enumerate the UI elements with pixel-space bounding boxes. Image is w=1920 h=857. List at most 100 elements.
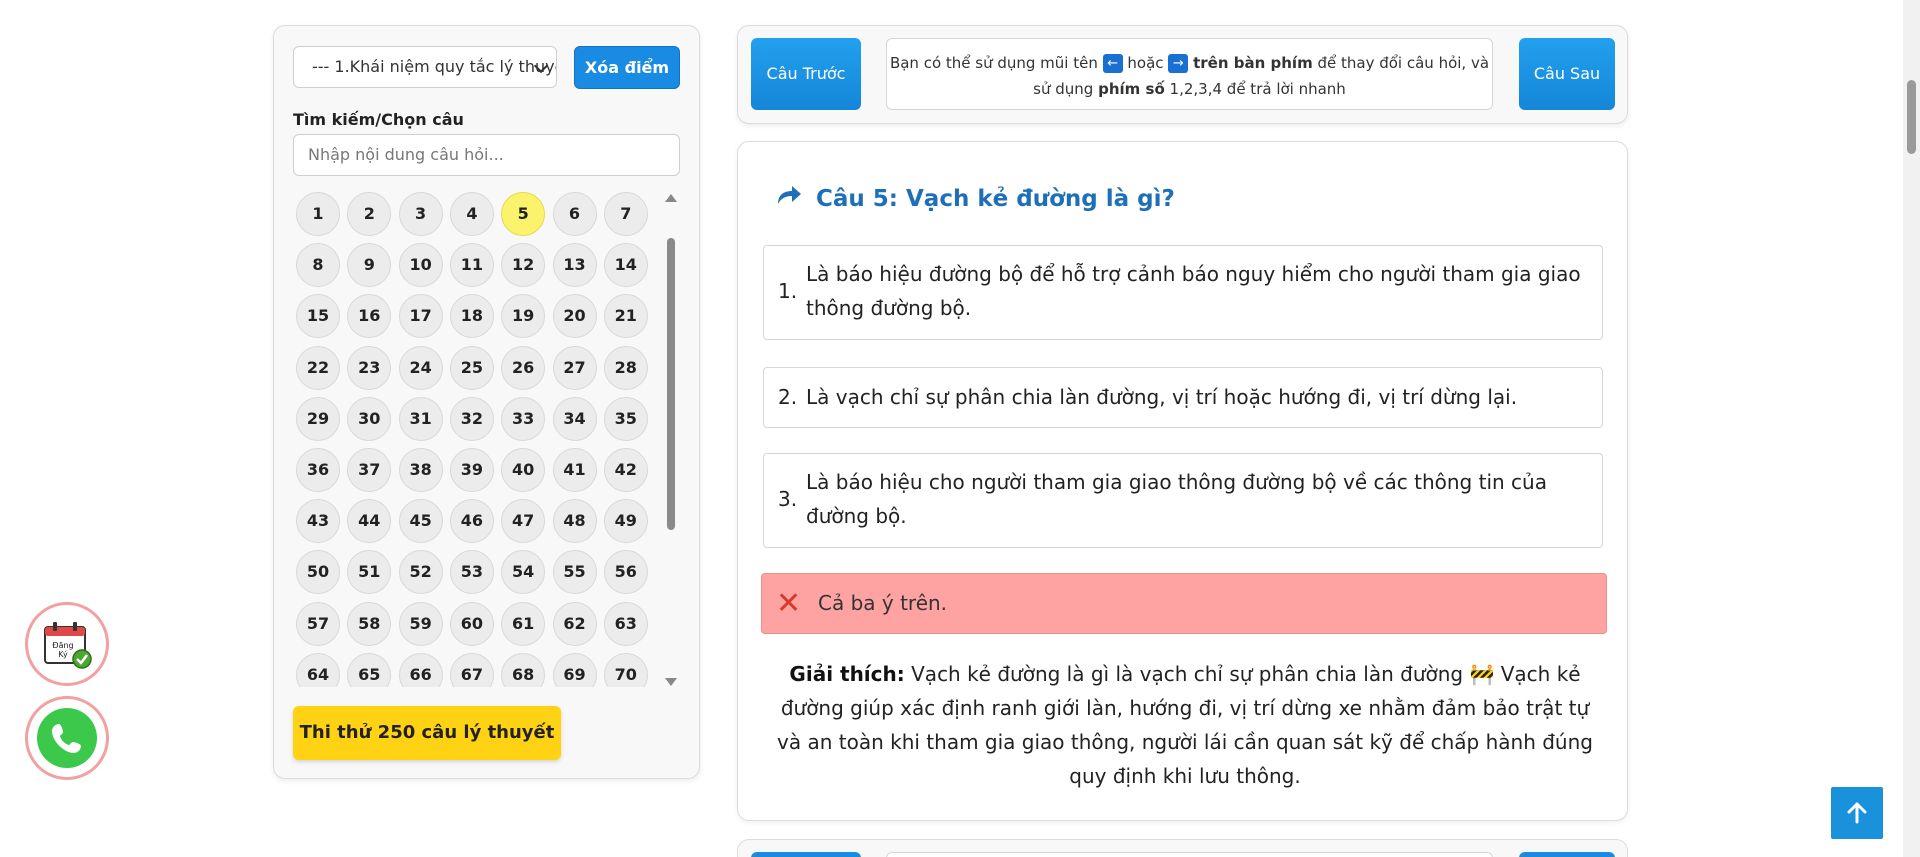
practice-exam-button[interactable]: Thi thử 250 câu lý thuyết xyxy=(293,706,561,760)
question-number-button[interactable]: 51 xyxy=(347,550,392,595)
question-number-button[interactable]: 69 xyxy=(552,652,597,687)
scroll-down-arrow-icon[interactable] xyxy=(665,678,677,686)
question-number-button[interactable]: 43 xyxy=(296,499,340,544)
page: --- 1.Khái niệm quy tắc lý thuyết Xóa đi… xyxy=(0,0,1920,857)
question-number-button[interactable]: 24 xyxy=(398,345,443,390)
question-number-button[interactable]: 8 xyxy=(296,243,340,288)
question-number-button[interactable]: 22 xyxy=(296,345,340,390)
hint-text-1: Bạn có thể sử dụng mũi tên xyxy=(889,54,1098,72)
scroll-thumb[interactable] xyxy=(667,238,675,530)
question-number-button[interactable]: 68 xyxy=(501,652,546,687)
answer-option-1[interactable]: 1. Là báo hiệu đường bộ để hỗ trợ cảnh b… xyxy=(763,245,1603,340)
question-number-button[interactable]: 70 xyxy=(603,652,648,687)
hint-bold-number-keys: phím số xyxy=(1098,80,1165,98)
clear-score-button[interactable]: Xóa điểm xyxy=(574,46,680,89)
bottom-prev-question-button[interactable] xyxy=(751,852,861,857)
question-number-button[interactable]: 15 xyxy=(296,294,340,339)
question-number-button[interactable]: 59 xyxy=(398,601,443,646)
question-number-button[interactable]: 33 xyxy=(501,396,546,441)
question-number-button[interactable]: 18 xyxy=(449,294,494,339)
question-number-button[interactable]: 57 xyxy=(296,601,340,646)
answer-number: 2. xyxy=(778,385,798,409)
answer-text: Là báo hiệu cho người tham gia giao thôn… xyxy=(806,470,1547,528)
call-floating-button[interactable] xyxy=(25,696,109,780)
question-number-button[interactable]: 55 xyxy=(552,550,597,595)
question-number-button[interactable]: 20 xyxy=(552,294,597,339)
register-label-line1: Đăng xyxy=(52,641,73,650)
search-input[interactable]: Nhập nội dung câu hỏi... xyxy=(293,134,680,176)
question-number-button[interactable]: 38 xyxy=(398,448,443,492)
question-number-button[interactable]: 27 xyxy=(552,345,597,390)
question-number-button[interactable]: 21 xyxy=(603,294,648,339)
hint-text-3: 1,2,3,4 để trả lời nhanh xyxy=(1169,80,1346,98)
prev-question-button[interactable]: Câu Trước xyxy=(751,38,861,110)
register-floating-button[interactable]: Đăng Ký xyxy=(25,602,109,686)
question-number-button[interactable]: 9 xyxy=(347,243,392,288)
question-number-button[interactable]: 62 xyxy=(552,601,597,646)
question-number-button[interactable]: 6 xyxy=(552,192,597,236)
question-number-button[interactable]: 36 xyxy=(296,448,340,492)
question-number-button[interactable]: 56 xyxy=(603,550,648,595)
question-number-button[interactable]: 11 xyxy=(449,243,494,288)
answer-option-3[interactable]: 3. Là báo hiệu cho người tham gia giao t… xyxy=(763,453,1603,548)
answer-option-2[interactable]: 2. Là vạch chỉ sự phân chia làn đường, v… xyxy=(763,367,1603,428)
question-number-button[interactable]: 32 xyxy=(449,396,494,441)
question-number-button[interactable]: 61 xyxy=(501,601,546,646)
question-number-button[interactable]: 65 xyxy=(347,652,392,687)
question-number-button[interactable]: 58 xyxy=(347,601,392,646)
question-number-button[interactable]: 64 xyxy=(296,652,340,687)
question-number-button[interactable]: 45 xyxy=(398,499,443,544)
question-number-button[interactable]: 53 xyxy=(449,550,494,595)
question-number-button[interactable]: 37 xyxy=(347,448,392,492)
question-number-button[interactable]: 31 xyxy=(398,396,443,441)
scroll-up-arrow-icon[interactable] xyxy=(665,194,677,202)
question-number-button[interactable]: 19 xyxy=(501,294,546,339)
bottom-next-question-button[interactable] xyxy=(1519,852,1615,857)
answer-option-4-wrong[interactable]: ✕ Cả ba ý trên. xyxy=(761,573,1607,634)
question-number-button[interactable]: 63 xyxy=(603,601,648,646)
question-number-button[interactable]: 28 xyxy=(603,345,648,390)
question-number-button[interactable]: 44 xyxy=(347,499,392,544)
next-question-button[interactable]: Câu Sau xyxy=(1519,38,1615,110)
question-number-button[interactable]: 29 xyxy=(296,396,340,441)
question-number-button[interactable]: 23 xyxy=(347,345,392,390)
question-number-button[interactable]: 30 xyxy=(347,396,392,441)
grid-scrollbar[interactable] xyxy=(664,194,677,686)
question-number-button[interactable]: 25 xyxy=(449,345,494,390)
question-number-button[interactable]: 16 xyxy=(347,294,392,339)
question-number-button[interactable]: 12 xyxy=(501,243,546,288)
question-number-button[interactable]: 40 xyxy=(501,448,546,492)
question-number-button[interactable]: 52 xyxy=(398,550,443,595)
question-number-button[interactable]: 10 xyxy=(398,243,443,288)
question-number-button[interactable]: 41 xyxy=(552,448,597,492)
question-number-button[interactable]: 7 xyxy=(603,192,648,236)
category-select[interactable]: --- 1.Khái niệm quy tắc lý thuyết xyxy=(293,46,557,88)
question-number-button[interactable]: 13 xyxy=(552,243,597,288)
page-scrollbar[interactable] xyxy=(1903,0,1920,857)
page-scroll-thumb[interactable] xyxy=(1907,80,1916,154)
question-number-button[interactable]: 26 xyxy=(501,345,546,390)
question-number-button[interactable]: 49 xyxy=(603,499,648,544)
question-number-button[interactable]: 4 xyxy=(449,192,494,236)
question-number-button[interactable]: 14 xyxy=(603,243,648,288)
question-number-button[interactable]: 17 xyxy=(398,294,443,339)
question-number-button[interactable]: 5 xyxy=(501,192,546,236)
question-number-button[interactable]: 39 xyxy=(449,448,494,492)
question-number-button[interactable]: 47 xyxy=(501,499,546,544)
question-number-button[interactable]: 46 xyxy=(449,499,494,544)
question-number-button[interactable]: 48 xyxy=(552,499,597,544)
question-number-button[interactable]: 2 xyxy=(347,192,392,236)
question-number-button[interactable]: 67 xyxy=(449,652,494,687)
question-number-button[interactable]: 60 xyxy=(449,601,494,646)
question-number-button[interactable]: 1 xyxy=(296,192,340,236)
question-number-button[interactable]: 42 xyxy=(603,448,648,492)
back-to-top-button[interactable] xyxy=(1831,787,1883,839)
question-number-button[interactable]: 35 xyxy=(603,396,648,441)
question-number-button[interactable]: 66 xyxy=(398,652,443,687)
question-card: Câu 5: Vạch kẻ đường là gì? 1. Là báo hi… xyxy=(737,141,1628,821)
question-number-button[interactable]: 34 xyxy=(552,396,597,441)
question-title-text: Câu 5: Vạch kẻ đường là gì? xyxy=(816,186,1175,212)
question-number-button[interactable]: 3 xyxy=(398,192,443,236)
question-number-button[interactable]: 50 xyxy=(296,550,340,595)
question-number-button[interactable]: 54 xyxy=(501,550,546,595)
